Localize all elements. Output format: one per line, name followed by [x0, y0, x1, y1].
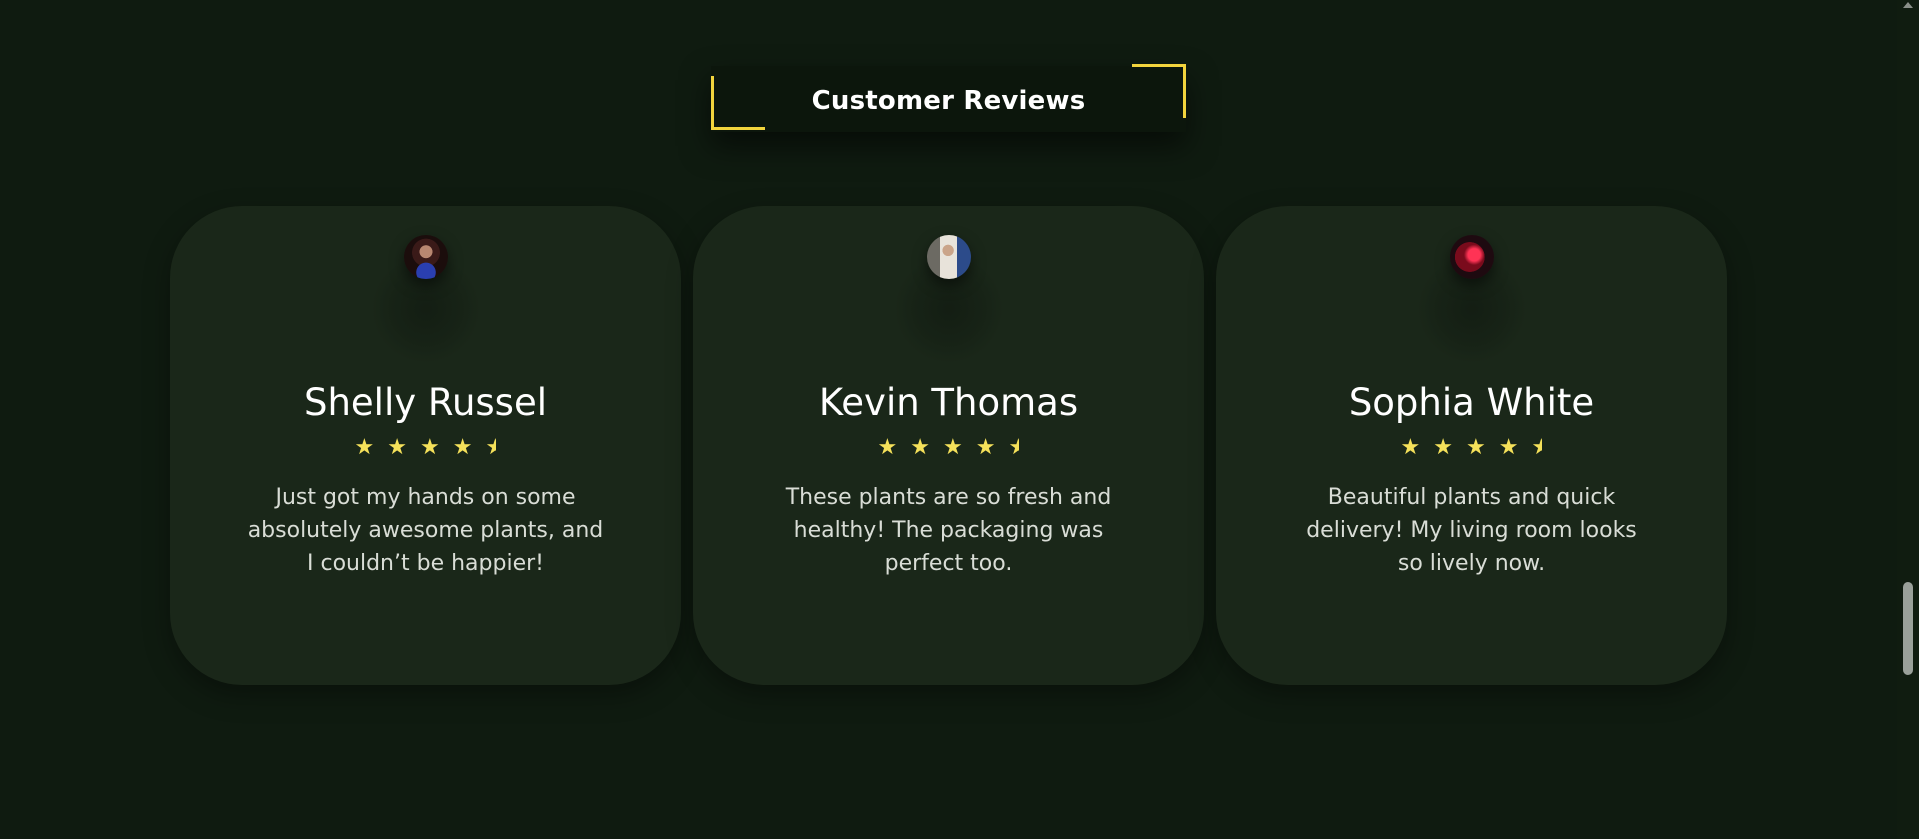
- page-scrollbar[interactable]: [1897, 0, 1919, 839]
- review-card: Kevin Thomas ★ ★ ★ ★ ★ These plants are …: [693, 206, 1204, 685]
- review-card: Shelly Russel ★ ★ ★ ★ ★ Just got my hand…: [170, 206, 681, 685]
- section-title-box: Customer Reviews: [711, 64, 1186, 132]
- half-star-icon: ★: [485, 437, 497, 459]
- star-rating: ★ ★ ★ ★ ★: [1401, 437, 1543, 459]
- review-text: Beautiful plants and quick delivery! My …: [1306, 485, 1637, 576]
- star-rating: ★ ★ ★ ★ ★: [355, 437, 497, 459]
- half-star-icon: ★: [1008, 437, 1020, 459]
- star-icon: ★: [354, 435, 375, 460]
- star-icon: ★: [943, 435, 963, 460]
- star-icon: ★: [420, 435, 440, 460]
- scroll-up-arrow-icon[interactable]: [1903, 2, 1913, 8]
- star-icon: ★: [387, 435, 407, 460]
- avatar: [403, 235, 448, 279]
- star-icon: ★: [1400, 435, 1421, 460]
- avatar-wrapper: [1449, 235, 1494, 279]
- star-icon: ★: [1498, 435, 1519, 460]
- scrollbar-thumb[interactable]: [1903, 582, 1913, 675]
- star-icon: ★: [975, 435, 996, 460]
- avatar: [926, 235, 971, 279]
- star-icon: ★: [452, 435, 473, 460]
- star-icon: ★: [877, 435, 898, 460]
- avatar-wrapper: [403, 235, 448, 279]
- avatar-wrapper: [926, 235, 971, 279]
- review-text: These plants are so fresh and healthy! T…: [785, 485, 1112, 576]
- reviews-list: Shelly Russel ★ ★ ★ ★ ★ Just got my hand…: [170, 206, 1727, 685]
- title-corner-right: [1132, 64, 1186, 118]
- star-icon: ★: [910, 435, 930, 460]
- half-star-icon: ★: [1531, 437, 1543, 459]
- star-icon: ★: [1466, 435, 1486, 460]
- avatar: [1449, 235, 1494, 279]
- review-text: Just got my hands on some absolutely awe…: [247, 485, 604, 576]
- reviewer-name: Shelly Russel: [303, 381, 547, 424]
- review-card: Sophia White ★ ★ ★ ★ ★ Beautiful plants …: [1216, 206, 1727, 685]
- star-icon: ★: [1433, 435, 1453, 460]
- title-corner-left: [711, 76, 765, 130]
- star-rating: ★ ★ ★ ★ ★: [878, 437, 1020, 459]
- section-title: Customer Reviews: [811, 86, 1086, 116]
- reviewer-name: Kevin Thomas: [818, 381, 1079, 424]
- reviewer-name: Sophia White: [1348, 381, 1595, 424]
